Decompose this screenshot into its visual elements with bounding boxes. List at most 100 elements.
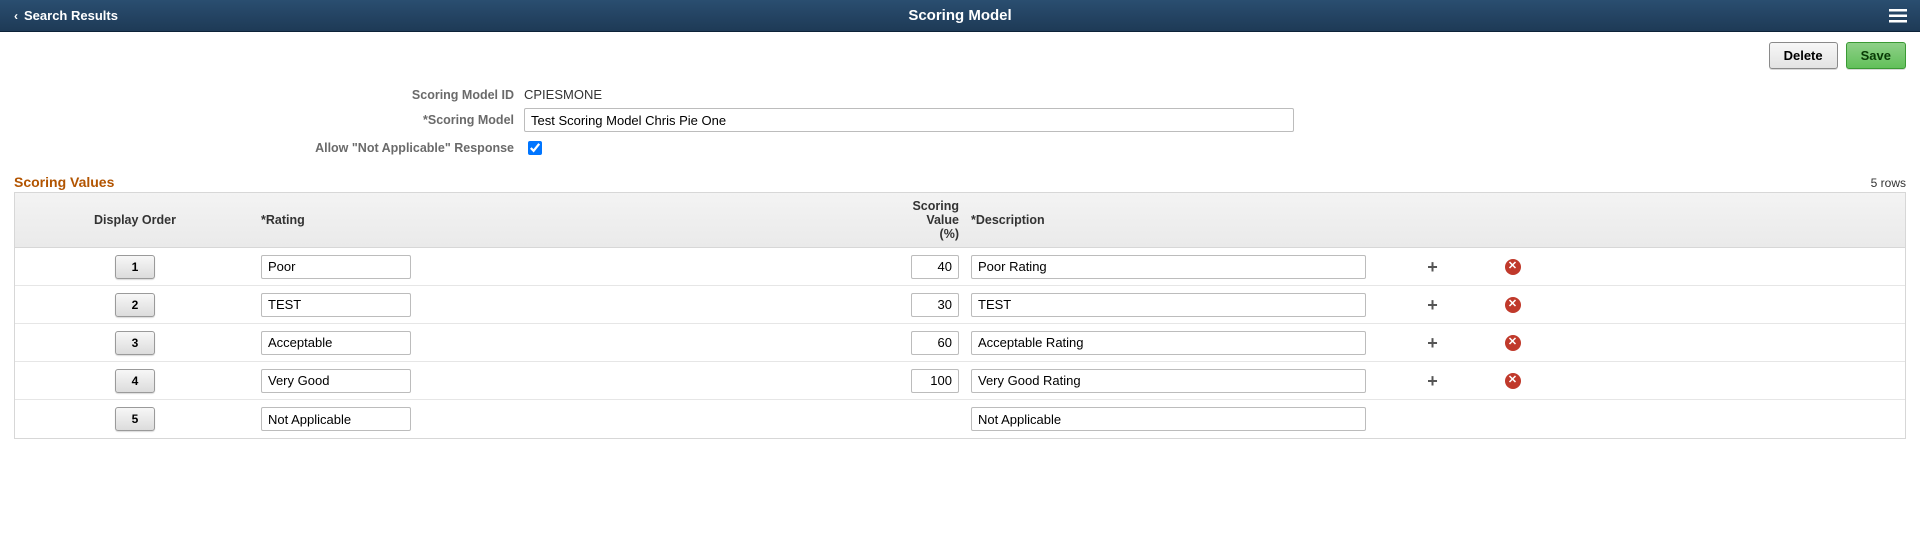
col-header-description: *Description [965, 193, 1385, 247]
back-label: Search Results [24, 8, 118, 23]
cell-scoring-value [905, 363, 965, 399]
cell-display-order: 4 [15, 363, 255, 399]
delete-button[interactable]: Delete [1769, 42, 1838, 69]
back-to-search[interactable]: ‹ Search Results [0, 0, 132, 31]
rating-input[interactable] [261, 331, 411, 355]
action-bar: Delete Save [0, 32, 1920, 73]
cell-delete: ✕ [1480, 288, 1545, 322]
scoring-value-input[interactable] [911, 293, 959, 317]
label-allow-na: Allow "Not Applicable" Response [14, 141, 524, 155]
display-order-button[interactable]: 3 [115, 331, 155, 355]
hamburger-icon [1889, 9, 1907, 23]
table-row: 4 + ✕ [15, 362, 1905, 400]
cell-scoring-value [905, 325, 965, 361]
row-count-label: 5 rows [1871, 176, 1906, 190]
add-row-button[interactable]: + [1422, 370, 1444, 392]
row-scoring-model-id: Scoring Model ID CPIESMONE [14, 87, 1906, 102]
plus-icon: + [1427, 258, 1438, 276]
cell-add [1385, 413, 1480, 425]
display-order-button[interactable]: 4 [115, 369, 155, 393]
scoring-value-input[interactable] [911, 331, 959, 355]
row-scoring-model-name: *Scoring Model [14, 108, 1906, 132]
rating-input[interactable] [261, 255, 411, 279]
cell-display-order: 2 [15, 287, 255, 323]
delete-row-button[interactable]: ✕ [1502, 332, 1524, 354]
page-title: Scoring Model [908, 7, 1011, 24]
delete-row-button[interactable]: ✕ [1502, 370, 1524, 392]
input-scoring-model-name[interactable] [524, 108, 1294, 132]
plus-icon: + [1427, 372, 1438, 390]
cell-delete: ✕ [1480, 250, 1545, 284]
delete-row-button[interactable]: ✕ [1502, 256, 1524, 278]
grid-header: Display Order *Rating Scoring Value (%) … [15, 193, 1905, 248]
rating-input[interactable] [261, 293, 411, 317]
scoring-model-form: Scoring Model ID CPIESMONE *Scoring Mode… [0, 73, 1920, 170]
rating-input[interactable] [261, 369, 411, 393]
display-order-button[interactable]: 1 [115, 255, 155, 279]
table-row: 5 [15, 400, 1905, 438]
plus-icon: + [1427, 334, 1438, 352]
col-header-add [1385, 193, 1480, 247]
rating-input[interactable] [261, 407, 411, 431]
cell-description [965, 287, 1385, 323]
cell-add: + [1385, 250, 1480, 284]
chevron-left-icon: ‹ [14, 9, 18, 23]
cell-rating [255, 249, 905, 285]
col-header-display-order: Display Order [15, 193, 255, 247]
cell-delete [1480, 413, 1545, 425]
cell-scoring-value [905, 249, 965, 285]
cell-scoring-value [905, 413, 965, 425]
delete-row-button[interactable]: ✕ [1502, 294, 1524, 316]
description-input[interactable] [971, 369, 1366, 393]
cell-rating [255, 363, 905, 399]
app-header: ‹ Search Results Scoring Model [0, 0, 1920, 32]
cell-display-order: 5 [15, 401, 255, 437]
scoring-values-grid: Display Order *Rating Scoring Value (%) … [14, 192, 1906, 439]
cell-rating [255, 287, 905, 323]
cell-description [965, 325, 1385, 361]
scoring-value-input[interactable] [911, 369, 959, 393]
cell-delete: ✕ [1480, 326, 1545, 360]
cell-delete: ✕ [1480, 364, 1545, 398]
description-input[interactable] [971, 407, 1366, 431]
value-scoring-model-id: CPIESMONE [524, 87, 602, 102]
cell-add: + [1385, 288, 1480, 322]
add-row-button[interactable]: + [1422, 294, 1444, 316]
display-order-button[interactable]: 2 [115, 293, 155, 317]
table-row: 1 + ✕ [15, 248, 1905, 286]
cell-description [965, 401, 1385, 437]
cell-add: + [1385, 364, 1480, 398]
description-input[interactable] [971, 255, 1366, 279]
delete-icon: ✕ [1505, 373, 1521, 389]
scoring-value-input[interactable] [911, 255, 959, 279]
table-row: 3 + ✕ [15, 324, 1905, 362]
description-input[interactable] [971, 293, 1366, 317]
label-scoring-model-name: *Scoring Model [14, 113, 524, 127]
add-row-button[interactable]: + [1422, 256, 1444, 278]
cell-description [965, 249, 1385, 285]
display-order-button[interactable]: 5 [115, 407, 155, 431]
cell-rating [255, 325, 905, 361]
cell-rating [255, 401, 905, 437]
delete-icon: ✕ [1505, 259, 1521, 275]
table-row: 2 + ✕ [15, 286, 1905, 324]
cell-description [965, 363, 1385, 399]
col-header-rating: *Rating [255, 193, 905, 247]
save-button[interactable]: Save [1846, 42, 1906, 69]
col-header-delete [1480, 193, 1545, 247]
cell-display-order: 3 [15, 325, 255, 361]
col-header-scoring-value: Scoring Value (%) [905, 193, 965, 247]
checkbox-allow-na[interactable] [528, 141, 542, 155]
delete-icon: ✕ [1505, 335, 1521, 351]
section-title: Scoring Values [14, 174, 114, 190]
cell-add: + [1385, 326, 1480, 360]
plus-icon: + [1427, 296, 1438, 314]
row-allow-na: Allow "Not Applicable" Response [14, 138, 1906, 158]
cell-scoring-value [905, 287, 965, 323]
label-scoring-model-id: Scoring Model ID [14, 88, 524, 102]
add-row-button[interactable]: + [1422, 332, 1444, 354]
main-menu-button[interactable] [1884, 0, 1912, 31]
cell-display-order: 1 [15, 249, 255, 285]
description-input[interactable] [971, 331, 1366, 355]
delete-icon: ✕ [1505, 297, 1521, 313]
